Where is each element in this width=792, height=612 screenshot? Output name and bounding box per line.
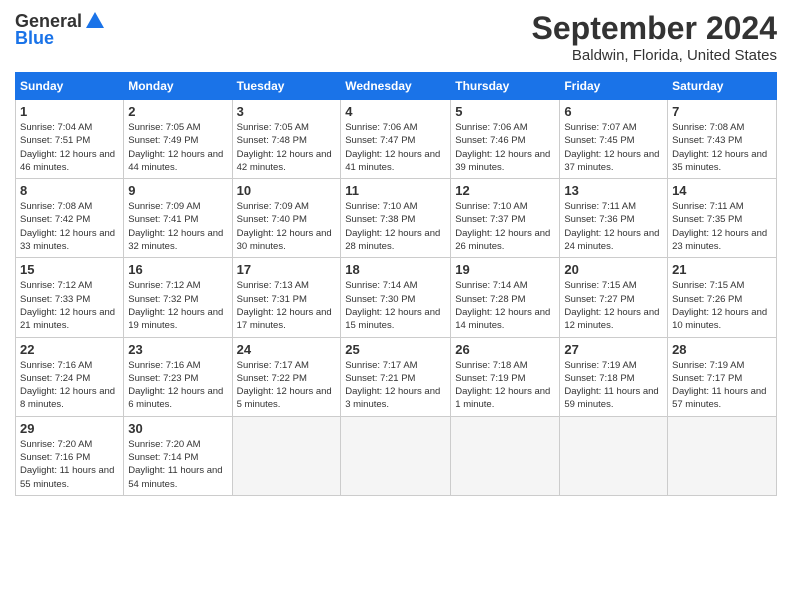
calendar-week-2: 15Sunrise: 7:12 AMSunset: 7:33 PMDayligh…: [16, 258, 777, 337]
calendar-cell-11: 11Sunrise: 7:10 AMSunset: 7:38 PMDayligh…: [341, 179, 451, 258]
calendar-cell-20: 20Sunrise: 7:15 AMSunset: 7:27 PMDayligh…: [560, 258, 668, 337]
logo-icon: [84, 10, 106, 32]
calendar-title: September 2024: [532, 10, 777, 47]
header-friday: Friday: [560, 73, 668, 100]
calendar-cell-2: 2Sunrise: 7:05 AMSunset: 7:49 PMDaylight…: [124, 100, 232, 179]
calendar-cell-25: 25Sunrise: 7:17 AMSunset: 7:21 PMDayligh…: [341, 337, 451, 416]
calendar-week-3: 22Sunrise: 7:16 AMSunset: 7:24 PMDayligh…: [16, 337, 777, 416]
header-thursday: Thursday: [451, 73, 560, 100]
calendar-cell-empty: [341, 416, 451, 495]
calendar-cell-17: 17Sunrise: 7:13 AMSunset: 7:31 PMDayligh…: [232, 258, 341, 337]
calendar-cell-29: 29Sunrise: 7:20 AMSunset: 7:16 PMDayligh…: [16, 416, 124, 495]
calendar-cell-1: 1Sunrise: 7:04 AMSunset: 7:51 PMDaylight…: [16, 100, 124, 179]
page-header: General Blue September 2024 Baldwin, Flo…: [15, 10, 777, 64]
calendar-cell-30: 30Sunrise: 7:20 AMSunset: 7:14 PMDayligh…: [124, 416, 232, 495]
calendar-week-0: 1Sunrise: 7:04 AMSunset: 7:51 PMDaylight…: [16, 100, 777, 179]
header-sunday: Sunday: [16, 73, 124, 100]
calendar-cell-28: 28Sunrise: 7:19 AMSunset: 7:17 PMDayligh…: [668, 337, 777, 416]
calendar-week-1: 8Sunrise: 7:08 AMSunset: 7:42 PMDaylight…: [16, 179, 777, 258]
calendar-cell-6: 6Sunrise: 7:07 AMSunset: 7:45 PMDaylight…: [560, 100, 668, 179]
calendar-cell-empty: [451, 416, 560, 495]
calendar-cell-24: 24Sunrise: 7:17 AMSunset: 7:22 PMDayligh…: [232, 337, 341, 416]
calendar-cell-27: 27Sunrise: 7:19 AMSunset: 7:18 PMDayligh…: [560, 337, 668, 416]
calendar-cell-10: 10Sunrise: 7:09 AMSunset: 7:40 PMDayligh…: [232, 179, 341, 258]
calendar-cell-21: 21Sunrise: 7:15 AMSunset: 7:26 PMDayligh…: [668, 258, 777, 337]
calendar-cell-3: 3Sunrise: 7:05 AMSunset: 7:48 PMDaylight…: [232, 100, 341, 179]
calendar-cell-19: 19Sunrise: 7:14 AMSunset: 7:28 PMDayligh…: [451, 258, 560, 337]
calendar-cell-23: 23Sunrise: 7:16 AMSunset: 7:23 PMDayligh…: [124, 337, 232, 416]
header-tuesday: Tuesday: [232, 73, 341, 100]
calendar-cell-9: 9Sunrise: 7:09 AMSunset: 7:41 PMDaylight…: [124, 179, 232, 258]
calendar-cell-empty: [560, 416, 668, 495]
calendar-cell-22: 22Sunrise: 7:16 AMSunset: 7:24 PMDayligh…: [16, 337, 124, 416]
calendar-cell-empty: [232, 416, 341, 495]
calendar-cell-7: 7Sunrise: 7:08 AMSunset: 7:43 PMDaylight…: [668, 100, 777, 179]
calendar-cell-8: 8Sunrise: 7:08 AMSunset: 7:42 PMDaylight…: [16, 179, 124, 258]
header-monday: Monday: [124, 73, 232, 100]
logo-blue-text: Blue: [15, 28, 54, 49]
calendar-cell-26: 26Sunrise: 7:18 AMSunset: 7:19 PMDayligh…: [451, 337, 560, 416]
calendar-week-4: 29Sunrise: 7:20 AMSunset: 7:16 PMDayligh…: [16, 416, 777, 495]
calendar-cell-12: 12Sunrise: 7:10 AMSunset: 7:37 PMDayligh…: [451, 179, 560, 258]
calendar-table: Sunday Monday Tuesday Wednesday Thursday…: [15, 72, 777, 496]
calendar-cell-4: 4Sunrise: 7:06 AMSunset: 7:47 PMDaylight…: [341, 100, 451, 179]
calendar-cell-5: 5Sunrise: 7:06 AMSunset: 7:46 PMDaylight…: [451, 100, 560, 179]
header-saturday: Saturday: [668, 73, 777, 100]
calendar-cell-13: 13Sunrise: 7:11 AMSunset: 7:36 PMDayligh…: [560, 179, 668, 258]
logo: General Blue: [15, 10, 106, 49]
calendar-subtitle: Baldwin, Florida, United States: [532, 47, 777, 64]
calendar-cell-14: 14Sunrise: 7:11 AMSunset: 7:35 PMDayligh…: [668, 179, 777, 258]
calendar-header-row: Sunday Monday Tuesday Wednesday Thursday…: [16, 73, 777, 100]
calendar-cell-empty: [668, 416, 777, 495]
calendar-cell-18: 18Sunrise: 7:14 AMSunset: 7:30 PMDayligh…: [341, 258, 451, 337]
calendar-title-area: September 2024 Baldwin, Florida, United …: [532, 10, 777, 64]
calendar-cell-15: 15Sunrise: 7:12 AMSunset: 7:33 PMDayligh…: [16, 258, 124, 337]
calendar-cell-16: 16Sunrise: 7:12 AMSunset: 7:32 PMDayligh…: [124, 258, 232, 337]
header-wednesday: Wednesday: [341, 73, 451, 100]
